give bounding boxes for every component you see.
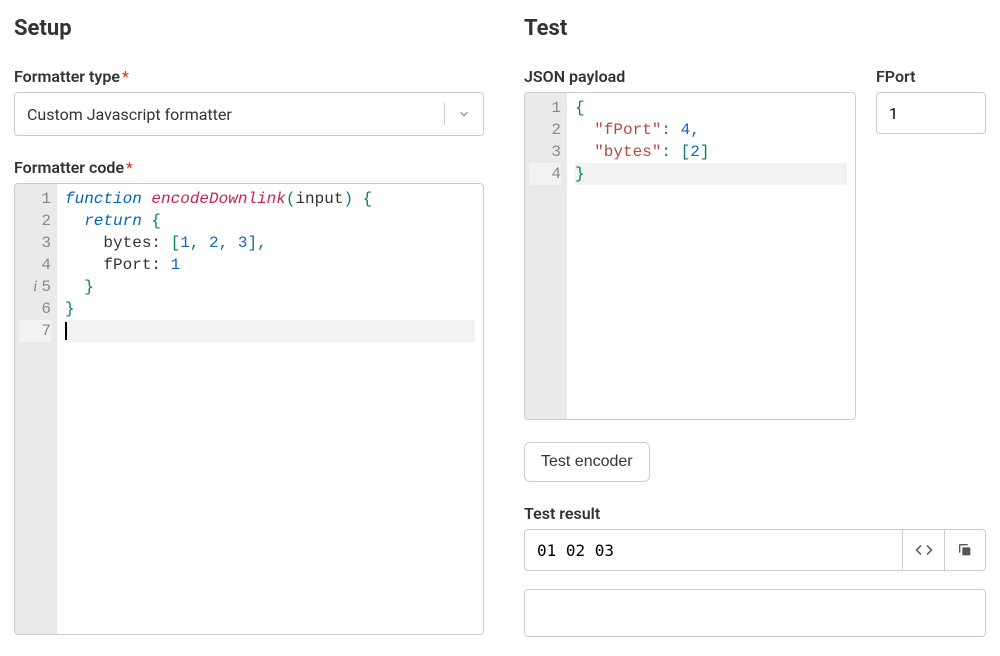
setup-heading: Setup (14, 16, 484, 41)
copy-icon (957, 542, 973, 558)
formatter-code-label: Formatter code* (14, 158, 484, 177)
fport-label: FPort (876, 67, 986, 86)
test-result-label: Test result (524, 504, 986, 523)
fport-input[interactable] (876, 92, 986, 134)
test-encoder-button[interactable]: Test encoder (524, 442, 650, 482)
code-gutter: 1234 (525, 93, 567, 419)
test-heading: Test (524, 16, 986, 41)
code-gutter: 1234i567 (15, 184, 57, 634)
json-payload-label: JSON payload (524, 67, 856, 86)
formatter-type-value: Custom Javascript formatter (27, 105, 232, 124)
copy-button[interactable] (944, 529, 986, 571)
chevron-down-icon (457, 107, 471, 121)
secondary-output-box[interactable] (524, 589, 986, 637)
formatter-type-select[interactable]: Custom Javascript formatter (14, 92, 484, 136)
formatter-code-editor[interactable]: 1234i567 function encodeDownlink(input) … (14, 183, 484, 635)
select-divider (444, 103, 445, 125)
code-view-button[interactable] (902, 529, 944, 571)
test-result-output[interactable] (524, 529, 902, 571)
code-icon (915, 541, 933, 559)
code-body[interactable]: { "fPort": 4, "bytes": [2]} (567, 93, 855, 419)
json-payload-editor[interactable]: 1234 { "fPort": 4, "bytes": [2]} (524, 92, 856, 420)
code-body[interactable]: function encodeDownlink(input) { return … (57, 184, 483, 634)
formatter-type-label: Formatter type* (14, 67, 484, 86)
